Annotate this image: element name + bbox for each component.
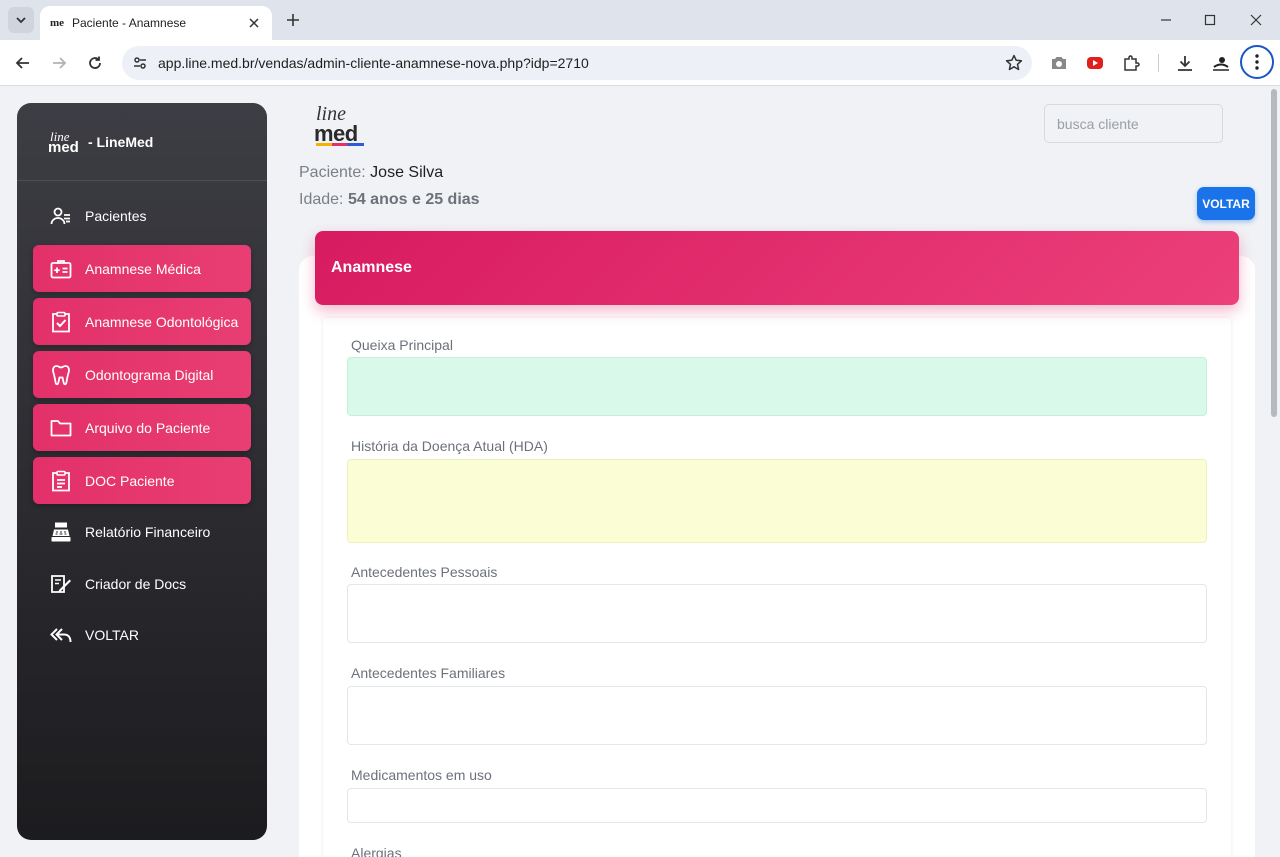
plus-icon <box>287 14 299 26</box>
hda-label: História da Doença Atual (HDA) <box>351 438 548 454</box>
page-logo-underline <box>316 143 364 146</box>
tab-favicon: me <box>50 17 65 29</box>
medical-id-icon <box>50 258 72 280</box>
chevron-down-icon <box>16 17 26 24</box>
bookmark-button[interactable] <box>996 46 1032 80</box>
antecedentes-familiares-label: Antecedentes Familiares <box>351 665 506 681</box>
browser-menu-button[interactable] <box>1240 45 1274 79</box>
tab-close-button[interactable] <box>246 15 262 31</box>
sidebar-item-pacientes[interactable]: Pacientes <box>33 192 251 239</box>
sidebar-logo: line med <box>48 130 84 156</box>
queixa-principal-label: Queixa Principal <box>351 337 453 353</box>
profile-button[interactable] <box>1210 52 1232 74</box>
card-title: Anamnese <box>331 259 412 276</box>
reload-icon <box>89 56 101 69</box>
address-bar[interactable]: app.line.med.br/vendas/admin-cliente-ana… <box>122 46 1032 80</box>
scrollbar-thumb[interactable] <box>1271 89 1277 417</box>
antecedentes-pessoais-label: Antecedentes Pessoais <box>351 564 498 580</box>
sidebar-item-label: VOLTAR <box>85 626 139 643</box>
sidebar-item-label: Pacientes <box>85 207 147 224</box>
sidebar-logo-line2: med <box>48 138 79 156</box>
reply-all-icon <box>50 624 72 646</box>
sidebar-item-label: Anamnese Odontológica <box>85 313 239 330</box>
sidebar-item-voltar[interactable]: VOLTAR <box>33 611 251 658</box>
sidebar-item-label: Anamnese Médica <box>85 260 201 277</box>
sidebar-item-label: Criador de Docs <box>85 575 187 592</box>
antecedentes-familiares-field[interactable] <box>347 686 1207 745</box>
browser-titlebar: me Paciente - Anamnese <box>0 0 1280 40</box>
sidebar-item-odontograma-digital[interactable]: Odontograma Digital <box>33 351 251 398</box>
video-extension-icon <box>1087 57 1103 69</box>
back-page-button[interactable]: VOLTAR <box>1197 187 1255 220</box>
tune-icon <box>134 57 146 69</box>
sidebar-item-arquivo-do-paciente[interactable]: Arquivo do Paciente <box>33 404 251 451</box>
maximize-icon <box>1204 14 1216 26</box>
page-logo[interactable]: line med <box>314 103 370 147</box>
maximize-button[interactable] <box>1198 8 1222 32</box>
toolbar-separator <box>1158 54 1159 72</box>
minimize-button[interactable] <box>1154 8 1178 32</box>
sidebar-item-label: Relatório Financeiro <box>85 523 211 540</box>
star-icon <box>1005 54 1023 71</box>
sidebar-item-anamnese-medica[interactable]: Anamnese Médica <box>33 245 251 292</box>
medicamentos-label: Medicamentos em uso <box>351 767 492 783</box>
minimize-icon <box>1161 19 1171 21</box>
arrow-left-icon <box>15 57 29 69</box>
browser-tab[interactable]: me Paciente - Anamnese <box>40 6 272 40</box>
hda-field[interactable] <box>347 459 1207 543</box>
antecedentes-pessoais-field[interactable] <box>347 584 1207 643</box>
tab-search-button[interactable] <box>8 7 34 33</box>
folder-icon <box>50 417 72 439</box>
sidebar-item-label: Odontograma Digital <box>85 366 214 383</box>
url-text[interactable]: app.line.med.br/vendas/admin-cliente-ana… <box>158 55 996 71</box>
patient-label: Paciente: <box>299 164 366 181</box>
sidebar-brand-name: - LineMed <box>88 133 154 150</box>
medicamentos-field[interactable] <box>347 788 1207 823</box>
age-label: Idade: <box>299 191 344 208</box>
card-header: Anamnese <box>315 231 1239 305</box>
downloads-button[interactable] <box>1174 52 1196 74</box>
cash-register-icon <box>50 521 72 543</box>
download-icon <box>1178 56 1192 71</box>
back-button[interactable] <box>11 51 35 75</box>
forward-button[interactable] <box>47 51 71 75</box>
doc-creator-icon <box>50 573 72 595</box>
alergias-label: Alergias <box>351 845 402 857</box>
camera-icon <box>1052 57 1066 69</box>
queixa-principal-field[interactable] <box>347 357 1207 416</box>
tab-title: Paciente - Anamnese <box>72 16 187 30</box>
site-info-button[interactable] <box>122 46 158 80</box>
tooth-icon <box>50 364 72 386</box>
sidebar: line med - LineMed Pacientes Anamnese Mé… <box>17 103 267 840</box>
sidebar-item-anamnese-odontologica[interactable]: Anamnese Odontológica <box>33 298 251 345</box>
search-client-input[interactable] <box>1044 104 1223 143</box>
sidebar-item-label: DOC Paciente <box>85 472 175 489</box>
extensions-button[interactable] <box>1120 52 1142 74</box>
reload-button[interactable] <box>83 51 107 75</box>
sidebar-item-criador-de-docs[interactable]: Criador de Docs <box>33 560 251 607</box>
page-scrollbar[interactable] <box>1268 87 1280 857</box>
screenshot-button[interactable] <box>1048 52 1070 74</box>
sidebar-item-doc-paciente[interactable]: DOC Paciente <box>33 457 251 504</box>
close-icon <box>1250 14 1262 26</box>
extension-video-button[interactable] <box>1084 52 1106 74</box>
puzzle-icon <box>1124 55 1140 71</box>
document-icon <box>50 470 72 492</box>
profile-avatar-icon <box>1213 57 1229 71</box>
new-tab-button[interactable] <box>282 9 304 31</box>
user-group-icon <box>50 205 72 227</box>
more-vertical-icon <box>1255 54 1259 70</box>
age-value: 54 anos e 25 dias <box>347 191 480 208</box>
patient-age: Idade: 54 anos e 25 dias <box>299 191 480 209</box>
patient-info: Paciente: Jose Silva <box>299 164 443 182</box>
window-close-button[interactable] <box>1244 8 1268 32</box>
clipboard-check-icon <box>50 311 72 333</box>
patient-name: Jose Silva <box>370 164 444 181</box>
sidebar-item-label: Arquivo do Paciente <box>85 419 211 436</box>
browser-toolbar: app.line.med.br/vendas/admin-cliente-ana… <box>0 40 1280 86</box>
close-icon <box>249 18 259 28</box>
arrow-right-icon <box>53 57 67 69</box>
sidebar-item-relatorio-financeiro[interactable]: Relatório Financeiro <box>33 508 251 555</box>
sidebar-brand[interactable]: line med - LineMed <box>17 103 267 181</box>
